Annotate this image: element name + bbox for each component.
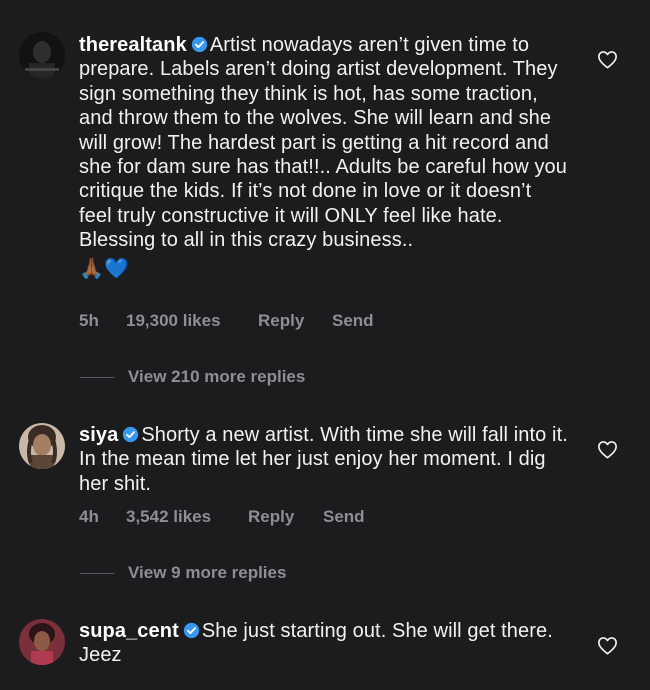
verified-badge-icon [191, 36, 207, 53]
username[interactable]: supa_cent [79, 620, 179, 642]
view-more-label[interactable]: View 9 more replies [128, 563, 286, 583]
avatar-therealtank[interactable] [19, 32, 65, 78]
comment-time: 4h [79, 507, 99, 526]
reply-button[interactable]: Reply [248, 507, 323, 527]
avatar-supa-cent[interactable] [19, 619, 65, 665]
comment-body: therealtank Artist nowadays aren’t given … [79, 33, 569, 281]
comment-time: 5h [79, 311, 99, 330]
comment-body: siya Shorty a new artist. With time she w… [79, 423, 569, 496]
comment-meta: 5h 19,300 likes Reply Send [79, 311, 374, 331]
avatar-siya-image [19, 423, 65, 469]
like-count[interactable]: 3,542 likes [126, 507, 248, 527]
comment-text: Shorty a new artist. With time she will … [79, 424, 568, 495]
heart-icon[interactable] [597, 440, 618, 459]
comment-body: supa_cent She just starting out. She will… [79, 619, 569, 668]
username[interactable]: therealtank [79, 34, 187, 56]
send-button[interactable]: Send [332, 311, 374, 331]
comment-text: Artist nowadays aren’t given time to pre… [79, 34, 567, 252]
like-count[interactable]: 19,300 likes [126, 311, 258, 331]
emoji-reaction: 🙏🏾💙 [79, 257, 130, 280]
verified-badge-icon [123, 426, 139, 443]
view-more-label[interactable]: View 210 more replies [128, 367, 305, 387]
verified-badge-icon [183, 622, 199, 639]
avatar-therealtank-image [19, 32, 65, 78]
comment-meta: 4h 3,542 likes Reply Send [79, 507, 365, 527]
divider-line [80, 377, 114, 378]
heart-icon[interactable] [597, 50, 618, 69]
divider-line [80, 573, 114, 574]
avatar-siya[interactable] [19, 423, 65, 469]
username[interactable]: siya [79, 424, 118, 446]
comments-view: { "comments": [ { "username": "therealta… [0, 0, 650, 690]
send-button[interactable]: Send [323, 507, 365, 527]
reply-button[interactable]: Reply [258, 311, 332, 331]
heart-icon[interactable] [597, 636, 618, 655]
avatar-supa-cent-image [19, 619, 65, 665]
